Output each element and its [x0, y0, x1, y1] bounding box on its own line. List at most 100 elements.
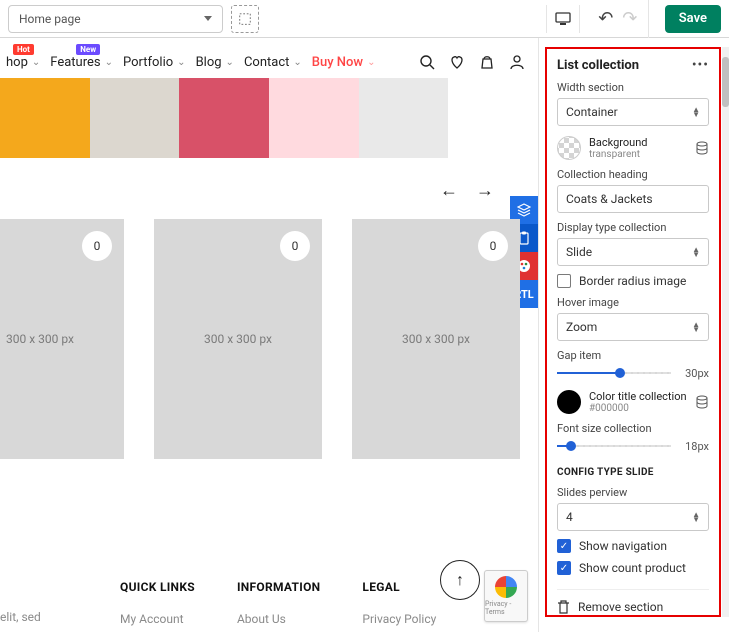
config-type-slide-heading: CONFIG TYPE SLIDE — [557, 467, 709, 478]
wishlist-icon[interactable] — [448, 53, 466, 71]
field-label: Hover image — [557, 296, 709, 309]
preview-area: Hot hop ⌄ New Features ⌄ Portfolio ⌄ Blo… — [0, 38, 539, 632]
checkbox-label: Show navigation — [579, 539, 667, 553]
checkbox-label: Border radius image — [579, 274, 686, 288]
field-label: Width section — [557, 81, 709, 94]
panel-scrollbar[interactable] — [722, 47, 729, 617]
show-count-product-checkbox[interactable]: ✓ Show count product — [557, 561, 709, 575]
slides-perview-select[interactable]: 4 ▲▼ — [557, 503, 709, 531]
nav-item-contact[interactable]: Contact ⌄ — [242, 51, 304, 74]
section-settings-panel: List collection ••• Width section Contai… — [545, 47, 721, 617]
cart-icon[interactable] — [478, 53, 496, 71]
undo-redo-group: ↶ ↷ — [588, 0, 649, 38]
hero-image-strip — [0, 78, 538, 158]
footer-col-title: INFORMATION — [237, 580, 320, 594]
badge-new: New — [76, 44, 100, 55]
collection-card[interactable]: 0 300 x 300 px — [154, 219, 322, 459]
footer-col-quick-links: QUICK LINKS My Account — [120, 580, 195, 632]
nav-label: Portfolio — [123, 55, 173, 70]
field-label: Font size collection — [557, 422, 709, 435]
badge-hot: Hot — [13, 44, 34, 55]
checkbox-checked-icon: ✓ — [557, 561, 571, 575]
product-count-badge: 0 — [82, 231, 112, 261]
font-size-value: 18px — [679, 440, 709, 453]
footer-link[interactable]: My Account — [120, 612, 195, 626]
chevron-down-icon: ⌄ — [32, 57, 40, 68]
collection-cards-row: 0 300 x 300 px 0 300 x 300 px 0 300 x 30… — [0, 219, 538, 459]
footer-link[interactable]: About Us — [237, 612, 320, 626]
nav-label: Contact — [244, 55, 289, 70]
footer-col-title: QUICK LINKS — [120, 580, 195, 594]
width-section-select[interactable]: Container ▲▼ — [557, 98, 709, 126]
section-picker-button[interactable] — [231, 5, 259, 33]
gap-item-value: 30px — [679, 367, 709, 380]
nav-label: Buy Now — [312, 55, 363, 70]
background-label: Background — [589, 136, 647, 149]
product-count-badge: 0 — [280, 231, 310, 261]
select-stepper-icon: ▲▼ — [692, 107, 700, 117]
field-label: Gap item — [557, 349, 709, 362]
background-swatch[interactable] — [557, 136, 581, 160]
checkbox-checked-icon: ✓ — [557, 539, 571, 553]
select-stepper-icon: ▲▼ — [692, 512, 700, 522]
placeholder-text: 300 x 300 px — [6, 332, 74, 346]
select-stepper-icon: ▲▼ — [692, 322, 700, 332]
chevron-down-icon: ⌄ — [105, 57, 113, 68]
top-toolbar: Home page ↶ ↷ Save — [0, 0, 729, 38]
select-stepper-icon: ▲▼ — [692, 247, 700, 257]
select-value: Slide — [566, 245, 592, 259]
prev-arrow-icon[interactable]: ← — [440, 180, 458, 201]
nav-item-blog[interactable]: Blog ⌄ — [194, 51, 236, 74]
nav-item-buy-now[interactable]: Buy Now ⌄ — [310, 51, 378, 74]
storefront-navbar: Hot hop ⌄ New Features ⌄ Portfolio ⌄ Blo… — [0, 38, 538, 78]
undo-button[interactable]: ↶ — [594, 7, 618, 31]
background-value: transparent — [589, 149, 647, 160]
nav-label: Features — [50, 55, 100, 70]
chevron-down-icon: ⌄ — [177, 57, 185, 68]
recaptcha-text: Privacy - Terms — [485, 600, 527, 616]
nav-item-portfolio[interactable]: Portfolio ⌄ — [121, 51, 188, 74]
checkbox-unchecked-icon — [557, 274, 571, 288]
collection-heading-input[interactable] — [557, 185, 709, 213]
panel-title: List collection — [557, 58, 639, 73]
dynamic-source-icon[interactable] — [695, 395, 709, 409]
page-select[interactable]: Home page — [8, 5, 223, 33]
color-title-label: Color title collection — [589, 390, 687, 403]
remove-section-button[interactable]: Remove section — [557, 589, 709, 614]
font-size-slider[interactable] — [557, 439, 671, 453]
show-navigation-checkbox[interactable]: ✓ Show navigation — [557, 539, 709, 553]
save-button[interactable]: Save — [665, 5, 721, 33]
account-icon[interactable] — [508, 53, 526, 71]
footer-col-legal: LEGAL Privacy Policy — [362, 580, 436, 632]
footer-link[interactable]: Privacy Policy — [362, 612, 436, 626]
collection-card[interactable]: 0 300 x 300 px — [0, 219, 124, 459]
chevron-down-icon: ⌄ — [226, 57, 234, 68]
device-desktop-button[interactable] — [546, 5, 580, 33]
trash-icon — [557, 600, 570, 614]
chevron-down-icon: ⌄ — [367, 57, 375, 68]
color-title-value: #000000 — [589, 403, 687, 414]
placeholder-text: 300 x 300 px — [204, 332, 272, 346]
select-value: Zoom — [566, 320, 597, 334]
gap-item-slider[interactable] — [557, 366, 671, 380]
footer-intro-text: elit, sed — [0, 610, 41, 624]
color-title-swatch[interactable] — [557, 390, 581, 414]
nav-item-shop[interactable]: Hot hop ⌄ — [4, 51, 42, 74]
next-arrow-icon[interactable]: → — [476, 180, 494, 201]
checkbox-label: Show count product — [579, 561, 686, 575]
page-select-label: Home page — [19, 12, 81, 26]
dynamic-source-icon[interactable] — [695, 141, 709, 155]
border-radius-checkbox[interactable]: Border radius image — [557, 274, 709, 288]
more-options-icon[interactable]: ••• — [692, 57, 709, 73]
select-value: 4 — [566, 510, 573, 524]
nav-item-features[interactable]: New Features ⌄ — [48, 51, 115, 74]
collection-card[interactable]: 0 300 x 300 px — [352, 219, 520, 459]
hover-image-select[interactable]: Zoom ▲▼ — [557, 313, 709, 341]
display-type-select[interactable]: Slide ▲▼ — [557, 238, 709, 266]
scroll-to-top-button[interactable]: ↑ — [440, 560, 480, 600]
footer-col-title: LEGAL — [362, 580, 436, 594]
field-label: Collection heading — [557, 168, 709, 181]
redo-button: ↷ — [618, 7, 642, 31]
select-value: Container — [566, 105, 618, 119]
search-icon[interactable] — [418, 53, 436, 71]
